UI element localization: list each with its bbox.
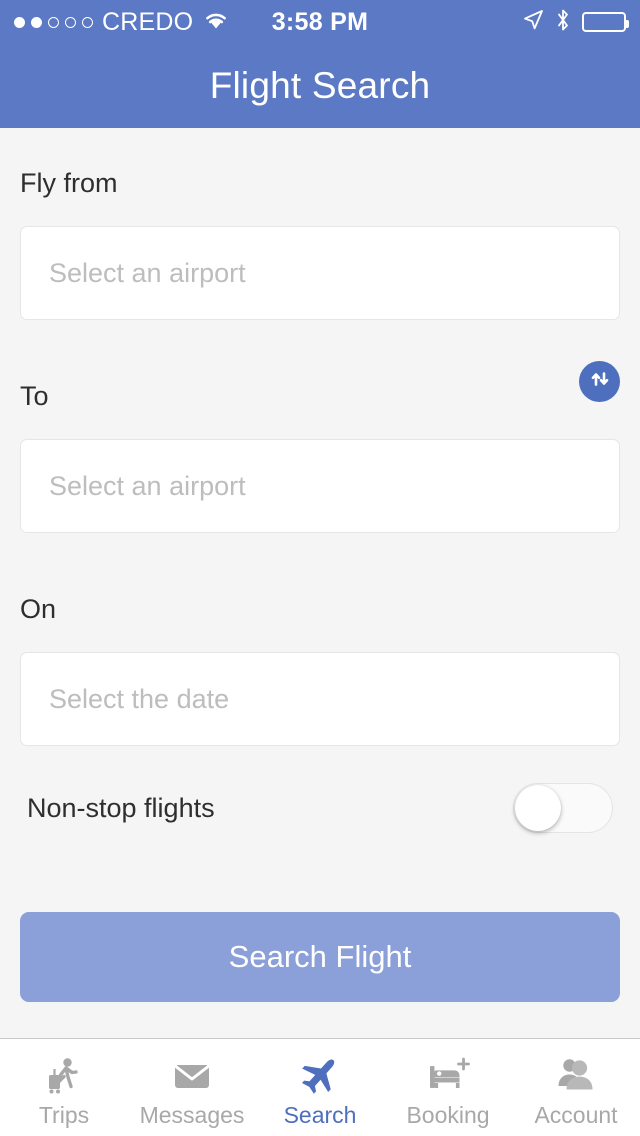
date-placeholder: Select the date	[49, 683, 230, 714]
app-screen: CREDO 3:58 PM Flight Search Fly from Sel…	[0, 0, 640, 1136]
carrier-name: CREDO	[102, 7, 194, 36]
status-bar-right	[522, 8, 629, 37]
swap-airports-button[interactable]	[579, 361, 620, 402]
fly-from-label: Fly from	[20, 168, 118, 198]
tab-account[interactable]: Account	[512, 1039, 640, 1136]
navigation-bar: Flight Search	[0, 44, 640, 128]
date-input[interactable]: Select the date	[20, 652, 620, 746]
to-input[interactable]: Select an airport	[20, 439, 620, 533]
tab-label-trips: Trips	[38, 1102, 90, 1128]
nonstop-toggle[interactable]	[513, 783, 613, 833]
tab-booking[interactable]: Booking	[384, 1039, 512, 1136]
bottom-tab-bar: Trips Messages Search Booking Account	[0, 1038, 640, 1136]
tab-label-search: Search	[283, 1102, 357, 1128]
bluetooth-icon	[555, 8, 571, 37]
bed-plus-icon	[425, 1052, 471, 1098]
date-label: On	[20, 594, 57, 624]
tab-search[interactable]: Search	[256, 1039, 384, 1136]
envelope-icon	[170, 1052, 214, 1098]
battery-icon	[582, 12, 629, 32]
location-arrow-icon	[522, 9, 544, 36]
swap-vertical-arrows-icon	[587, 366, 613, 397]
users-icon	[553, 1052, 599, 1098]
tab-label-booking: Booking	[406, 1102, 490, 1128]
signal-strength-icon	[14, 16, 93, 28]
status-bar-left: CREDO	[14, 8, 230, 37]
tab-label-account: Account	[534, 1102, 618, 1128]
page-title: Flight Search	[209, 65, 431, 106]
nonstop-row: Non-stop flights	[27, 773, 613, 843]
tab-messages[interactable]: Messages	[128, 1039, 256, 1136]
wifi-icon	[202, 10, 230, 35]
toggle-knob	[515, 785, 561, 831]
airplane-icon	[297, 1052, 343, 1098]
traveler-luggage-icon	[42, 1052, 86, 1098]
search-form: Fly from Select an airport To Select an …	[0, 128, 640, 1038]
search-flight-button[interactable]: Search Flight	[20, 912, 620, 1002]
to-label: To	[20, 381, 49, 411]
fly-from-placeholder: Select an airport	[49, 257, 246, 288]
nonstop-label: Non-stop flights	[27, 792, 215, 823]
status-bar: CREDO 3:58 PM	[0, 0, 640, 44]
tab-label-messages: Messages	[139, 1102, 245, 1128]
tab-trips[interactable]: Trips	[0, 1039, 128, 1136]
clock: 3:58 PM	[271, 7, 369, 36]
to-placeholder: Select an airport	[49, 470, 246, 501]
fly-from-input[interactable]: Select an airport	[20, 226, 620, 320]
